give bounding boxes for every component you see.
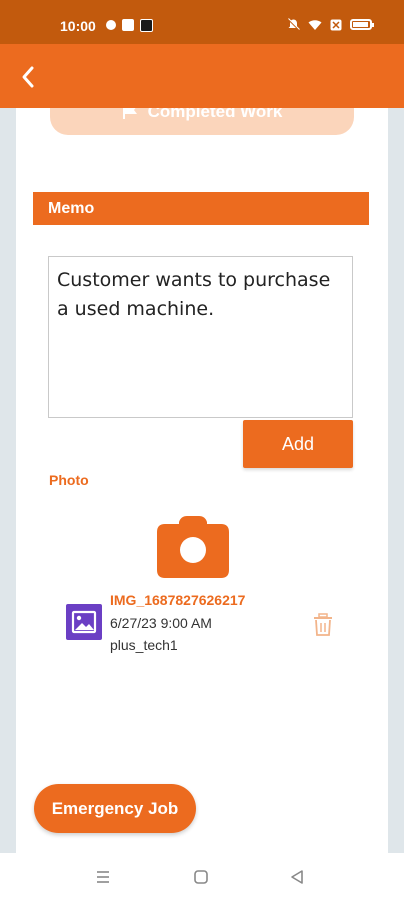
battery-icon: [350, 19, 374, 30]
app-bar: [0, 44, 404, 108]
menu-icon: [97, 871, 109, 883]
settings-status-icon: [106, 20, 116, 30]
memo-header: Memo: [33, 192, 369, 225]
completed-work-label: Completed Work: [147, 108, 283, 121]
wifi-icon: [308, 19, 322, 30]
app-screen: 10:00 Completed Work Memo Customer wants…: [0, 0, 404, 900]
sim-icon: [330, 19, 342, 30]
photo-filename: IMG_1687827626217: [110, 592, 246, 608]
status-bar: 10:00: [0, 0, 404, 44]
chevron-left-icon: [22, 66, 34, 88]
home-icon: [194, 870, 208, 884]
photo-thumbnail: [66, 604, 102, 640]
content-card: Completed Work Memo Customer wants to pu…: [16, 108, 388, 853]
memo-input[interactable]: Customer wants to purchase a used machin…: [48, 256, 353, 418]
trash-icon: [314, 613, 332, 636]
flag-icon: [122, 108, 137, 119]
mute-alarm-icon: [287, 18, 300, 31]
nav-home-button[interactable]: [191, 867, 211, 887]
emergency-job-button[interactable]: Emergency Job: [34, 784, 196, 833]
delete-photo-button[interactable]: [312, 613, 334, 637]
app-notification-icon-2: [140, 19, 153, 32]
status-time: 10:00: [60, 18, 96, 34]
nav-back-button[interactable]: [287, 867, 307, 887]
status-right-icons: [287, 18, 374, 31]
system-nav-bar: [0, 853, 404, 900]
image-icon: [66, 604, 102, 640]
back-icon: [291, 870, 303, 884]
photo-list-item[interactable]: IMG_1687827626217 6/27/23 9:00 AM plus_t…: [64, 586, 344, 656]
app-notification-icon: [122, 19, 134, 31]
nav-menu-button[interactable]: [93, 867, 113, 887]
photo-label: Photo: [49, 472, 89, 488]
add-memo-button[interactable]: Add: [243, 420, 353, 468]
camera-icon: [157, 516, 229, 578]
status-left-icons: [106, 19, 153, 32]
completed-work-button[interactable]: Completed Work: [50, 108, 354, 135]
photo-date: 6/27/23 9:00 AM: [110, 615, 212, 631]
back-button[interactable]: [14, 62, 44, 92]
photo-user: plus_tech1: [110, 637, 178, 653]
camera-button[interactable]: [157, 516, 229, 578]
